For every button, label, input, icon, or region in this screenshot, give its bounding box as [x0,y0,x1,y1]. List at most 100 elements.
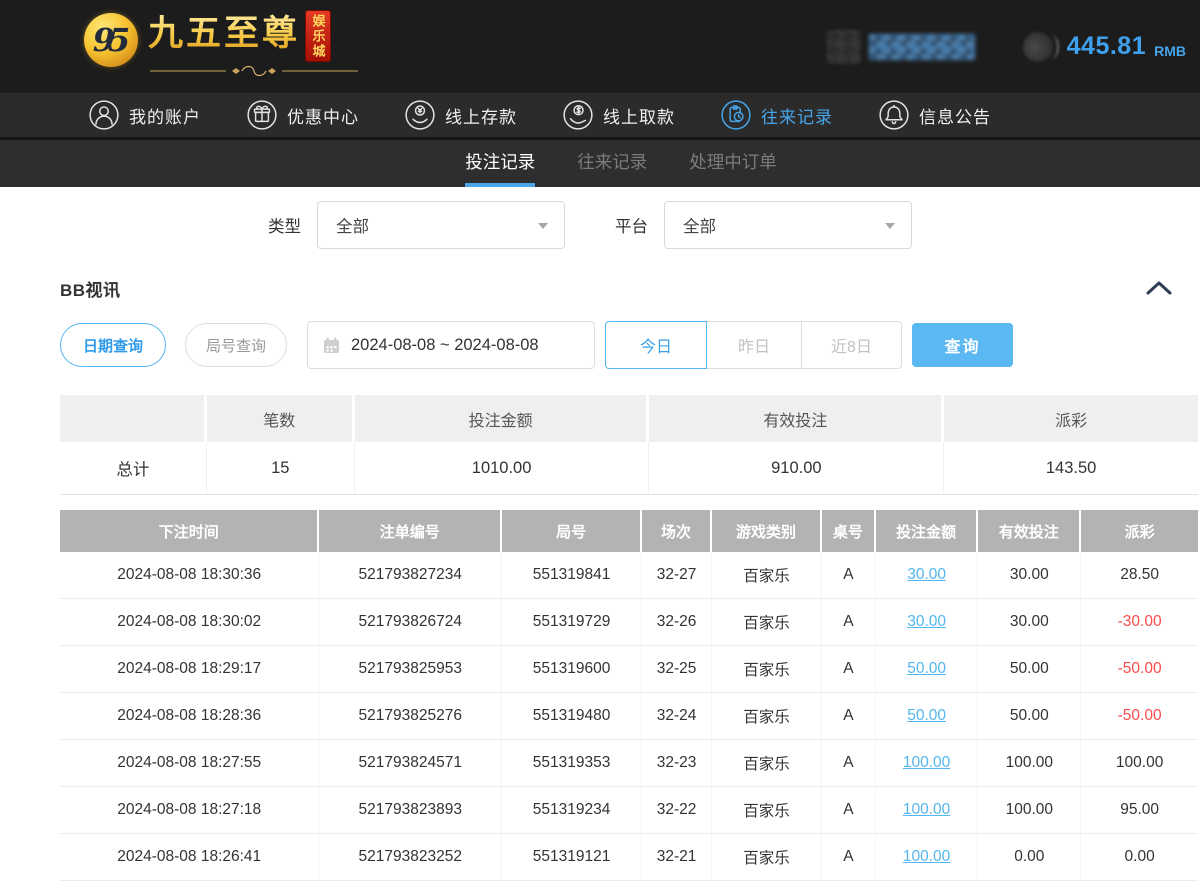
table-cell: 百家乐 [712,787,822,833]
top-header: 95 九五至尊 娱乐城 445.81 RMB [0,0,1200,93]
table-cell: 50.00 [978,646,1081,692]
table-cell: 32-23 [642,740,712,786]
table-cell: 百家乐 [712,693,822,739]
platform-select[interactable]: 全部 [664,201,912,249]
deposit-icon [404,99,436,131]
table-cell: 521793826724 [319,599,502,645]
today-button[interactable]: 今日 [605,321,707,369]
platform-select-value: 全部 [683,213,716,237]
nav-item-transaction-records[interactable]: 往来记录 [720,99,833,131]
table-cell: 100.00 [876,787,978,833]
table-cell: A [822,693,876,739]
nav-label: 线上取款 [603,103,675,128]
quick-range-group: 今日 昨日 近8日 [605,321,902,369]
table-cell: A [822,834,876,880]
date-query-button[interactable]: 日期查询 [60,323,166,367]
nav-item-announcements[interactable]: 信息公告 [878,99,991,131]
bet-table-body: 2024-08-08 18:30:36521793827234551319841… [60,552,1198,881]
balance-amount: 445.81 [1067,32,1146,61]
tab-bet-records[interactable]: 投注记录 [465,140,535,187]
brand-logo[interactable]: 95 九五至尊 娱乐城 [84,10,360,78]
table-row: 2024-08-08 18:27:55521793824571551319353… [60,740,1198,787]
table-cell: 0.00 [978,834,1081,880]
withdraw-icon [562,99,594,131]
brand-badge: 娱乐城 [305,10,331,62]
bet-amount-link[interactable]: 100.00 [903,754,950,772]
column-header: 注单编号 [319,510,502,552]
bet-amount-link[interactable]: 50.00 [907,660,946,678]
table-cell: 50.00 [876,646,978,692]
nav-item-my-account[interactable]: 我的账户 [88,99,201,131]
table-cell: A [822,599,876,645]
table-cell: 521793825276 [319,693,502,739]
summary-header-cell: 派彩 [944,395,1198,442]
user-icon [88,99,120,131]
table-cell: 百家乐 [712,552,822,598]
gift-icon [246,99,278,131]
yesterday-button[interactable]: 昨日 [707,321,802,369]
collapse-chevron-icon[interactable] [1146,280,1172,296]
table-cell: 32-27 [642,552,712,598]
table-cell: 30.00 [978,552,1081,598]
table-cell: 521793823252 [319,834,502,880]
table-cell: -50.00 [1081,646,1198,692]
table-cell: 32-21 [642,834,712,880]
table-cell: -30.00 [1081,599,1198,645]
nav-item-online-withdrawal[interactable]: 线上取款 [562,99,675,131]
avatar[interactable] [827,30,861,64]
table-cell: 百家乐 [712,740,822,786]
column-header: 场次 [642,510,712,552]
table-cell: 32-24 [642,693,712,739]
table-cell: A [822,787,876,833]
wallet-icon[interactable] [1023,32,1053,62]
bet-amount-link[interactable]: 30.00 [907,613,946,631]
table-cell: 50.00 [978,693,1081,739]
last-8-days-button[interactable]: 近8日 [802,321,902,369]
bet-amount-link[interactable]: 100.00 [903,848,950,866]
table-row: 2024-08-08 18:28:36521793825276551319480… [60,693,1198,740]
logo-text: 九五至尊 娱乐城 [148,10,360,78]
nav-item-online-deposit[interactable]: 线上存款 [404,99,517,131]
platform-filter-label: 平台 [615,213,648,237]
table-cell: 551319234 [502,787,642,833]
type-select[interactable]: 全部 [317,201,565,249]
round-query-button[interactable]: 局号查询 [185,323,287,367]
table-cell: 521793825953 [319,646,502,692]
tab-processing-orders[interactable]: 处理中订单 [689,140,777,187]
column-header: 派彩 [1081,510,1198,552]
bet-amount-link[interactable]: 100.00 [903,801,950,819]
table-cell: 30.00 [978,599,1081,645]
type-filter-label: 类型 [268,213,301,237]
user-area: 445.81 RMB [827,0,1186,93]
table-cell: 95.00 [1081,787,1198,833]
tab-transaction-records[interactable]: 往来记录 [577,140,647,187]
table-row: 2024-08-08 18:30:36521793827234551319841… [60,552,1198,599]
filter-row: 类型 全部 平台 全部 [60,201,1198,249]
date-range-input[interactable]: 2024-08-08 ~ 2024-08-08 [307,321,595,369]
bet-amount-link[interactable]: 30.00 [907,566,946,584]
table-cell: 百家乐 [712,834,822,880]
chevron-down-icon [885,223,895,229]
summary-total-row: 总计 15 1010.00 910.00 143.50 [60,442,1198,495]
summary-header-cell: 有效投注 [649,395,944,442]
table-cell: A [822,646,876,692]
table-cell: 2024-08-08 18:28:36 [60,693,319,739]
bet-amount-link[interactable]: 50.00 [907,707,946,725]
table-cell: 32-22 [642,787,712,833]
table-cell: 32-25 [642,646,712,692]
table-cell: 2024-08-08 18:29:17 [60,646,319,692]
section-title: BB视讯 [60,276,121,301]
table-cell: 100.00 [876,740,978,786]
username-obscured [869,34,975,60]
table-cell: 521793824571 [319,740,502,786]
bet-table-header: 下注时间 注单编号 局号 场次 游戏类别 桌号 投注金额 有效投注 派彩 [60,510,1198,552]
table-cell: A [822,552,876,598]
nav-item-promotions[interactable]: 优惠中心 [246,99,359,131]
table-cell: 551319729 [502,599,642,645]
summary-total-label: 总计 [60,442,207,494]
table-cell: 2024-08-08 18:30:36 [60,552,319,598]
summary-table: 笔数 投注金额 有效投注 派彩 总计 15 1010.00 910.00 143… [60,395,1198,495]
nav-label: 往来记录 [761,103,833,128]
table-cell: 551319353 [502,740,642,786]
search-button[interactable]: 查询 [912,323,1013,367]
